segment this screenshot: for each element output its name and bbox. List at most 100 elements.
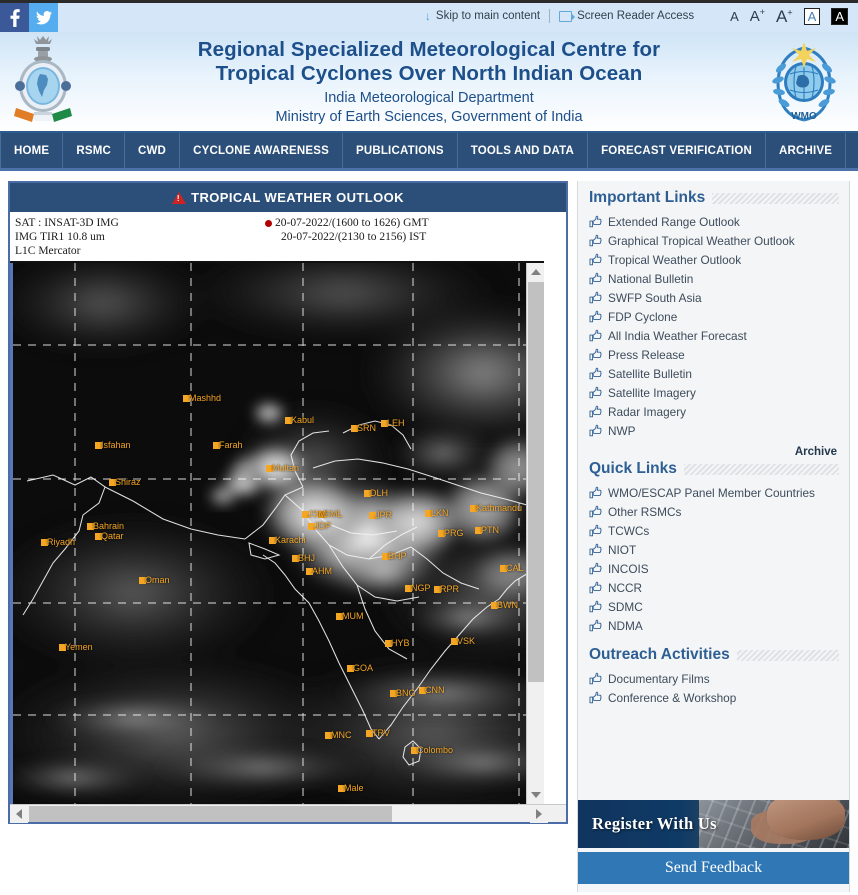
- nav-item-publications[interactable]: PUBLICATIONS: [343, 133, 458, 168]
- city-marker: Mashhd: [183, 393, 221, 403]
- heading-hatch-decoration: [683, 463, 839, 475]
- city-marker-label: MNC: [331, 730, 352, 740]
- contrast-light-button[interactable]: A: [803, 7, 821, 25]
- page-title-line1: Regional Specialized Meteorological Cent…: [197, 38, 661, 61]
- scroll-right-button[interactable]: [530, 805, 548, 823]
- important-link-press-release[interactable]: Press Release: [589, 345, 839, 364]
- link-label: Tropical Weather Outlook: [608, 252, 742, 267]
- main-navigation: HOME RSMC CWD CYCLONE AWARENESS PUBLICATIONS…: [0, 133, 858, 171]
- link-label: FDP Cyclone: [608, 309, 678, 324]
- satellite-panel-title: TROPICAL WEATHER OUTLOOK: [191, 190, 404, 205]
- quick-link-sdmc[interactable]: SDMC: [589, 597, 839, 616]
- quick-link-nccr[interactable]: NCCR: [589, 578, 839, 597]
- nav-item-home[interactable]: HOME: [0, 133, 64, 168]
- outreach-link-conference-workshop[interactable]: Conference & Workshop: [589, 688, 839, 707]
- archive-link[interactable]: Archive: [589, 440, 839, 460]
- heading-hatch-decoration: [712, 192, 839, 204]
- left-column: TROPICAL WEATHER OUTLOOK SAT : INSAT-3D …: [8, 181, 568, 892]
- outreach-list: Documentary Films Conference & Workshop: [589, 669, 839, 707]
- link-label: NCCR: [608, 580, 643, 595]
- register-with-us-banner[interactable]: Register With Us: [578, 800, 849, 848]
- scroll-up-button[interactable]: [527, 263, 544, 281]
- main-content: TROPICAL WEATHER OUTLOOK SAT : INSAT-3D …: [0, 171, 858, 892]
- link-label: SWFP South Asia: [608, 290, 702, 305]
- city-marker-label: PRG: [444, 528, 464, 538]
- city-marker: RPR: [434, 584, 459, 594]
- quick-link-niot[interactable]: NIOT: [589, 540, 839, 559]
- city-marker: Karachi: [269, 535, 306, 545]
- quick-link-other-rsmcs[interactable]: Other RSMCs: [589, 502, 839, 521]
- send-feedback-button[interactable]: Send Feedback: [578, 852, 849, 884]
- outreach-link-documentary-films[interactable]: Documentary Films: [589, 669, 839, 688]
- city-marker-label: Multan: [272, 463, 300, 473]
- nav-item-tools-and-data[interactable]: TOOLS AND DATA: [458, 133, 589, 168]
- city-marker-label: RPR: [440, 584, 460, 594]
- important-link-nwp[interactable]: NWP: [589, 421, 839, 440]
- top-utility-bar: ↓ Skip to main content Screen Reader Acc…: [0, 0, 858, 32]
- city-marker-label: Colombo: [417, 745, 454, 755]
- city-marker: JDP: [308, 521, 331, 531]
- city-marker: JPR: [369, 510, 392, 520]
- link-label: Satellite Bulletin: [608, 366, 692, 381]
- red-dot-icon: [265, 220, 272, 227]
- city-marker-layer: Mashhd Isfahan Farah Shiraz Bahrain Qatar Riya…: [13, 263, 544, 804]
- city-marker-label: TRV: [372, 728, 390, 738]
- quick-link-ndma[interactable]: NDMA: [589, 616, 839, 635]
- nav-item-archive[interactable]: ARCHIVE: [766, 133, 847, 168]
- city-marker: Colombo: [411, 745, 453, 755]
- plus-sign: +: [787, 6, 793, 17]
- quick-link-tcwcs[interactable]: TCWCs: [589, 521, 839, 540]
- city-marker: BWN: [491, 600, 518, 610]
- nav-item-rsmc[interactable]: RSMC: [63, 133, 125, 168]
- city-marker-label: JSM: [308, 509, 326, 519]
- horizontal-scrollbar[interactable]: [10, 804, 566, 823]
- font-size-small-button[interactable]: A: [730, 10, 739, 23]
- city-marker: Multan: [266, 463, 299, 473]
- city-marker-label: PTN: [481, 525, 499, 535]
- satellite-time-gmt-label: 20-07-2022/(1600 to 1626) GMT: [275, 217, 429, 229]
- important-link-all-india-weather-forecast[interactable]: All India Weather Forecast: [589, 326, 839, 345]
- satellite-projection-line: L1C Mercator: [15, 245, 81, 257]
- font-size-medium-button[interactable]: A+: [749, 8, 765, 25]
- twitter-icon[interactable]: [29, 3, 58, 32]
- scroll-down-button[interactable]: [527, 786, 544, 804]
- nav-item-cwd[interactable]: CWD: [125, 133, 181, 168]
- city-marker: BNG: [390, 688, 416, 698]
- facebook-icon[interactable]: [0, 3, 29, 32]
- city-marker: Qatar: [95, 531, 124, 541]
- city-marker: PRG: [438, 528, 464, 538]
- nav-item-cyclone-awareness[interactable]: CYCLONE AWARENESS: [180, 133, 343, 168]
- important-link-satellite-bulletin[interactable]: Satellite Bulletin: [589, 364, 839, 383]
- important-link-extended-range-outlook[interactable]: Extended Range Outlook: [589, 212, 839, 231]
- screen-reader-access-link[interactable]: Screen Reader Access: [550, 10, 694, 22]
- important-link-national-bulletin[interactable]: National Bulletin: [589, 269, 839, 288]
- important-link-fdp-cyclone[interactable]: FDP Cyclone: [589, 307, 839, 326]
- font-medium-label: A: [749, 8, 760, 25]
- vertical-scrollbar-thumb[interactable]: [528, 282, 544, 682]
- nav-item-forecast-verification[interactable]: FORECAST VERIFICATION: [588, 133, 767, 168]
- important-link-swfp-south-asia[interactable]: SWFP South Asia: [589, 288, 839, 307]
- satellite-metadata-right: 20-07-2022/(1600 to 1626) GMT 20-07-2022…: [265, 216, 544, 258]
- satellite-image-viewport[interactable]: Mashhd Isfahan Farah Shiraz Bahrain Qatar Riya…: [10, 263, 544, 804]
- contrast-dark-button[interactable]: A: [831, 7, 848, 25]
- nav-item-label: RSMC: [76, 144, 111, 157]
- important-link-graphical-tropical-weather-outlook[interactable]: Graphical Tropical Weather Outlook: [589, 231, 839, 250]
- font-small-label: A: [730, 8, 739, 24]
- important-links-title: Important Links: [589, 189, 706, 206]
- city-marker: SRN: [351, 423, 376, 433]
- important-link-radar-imagery[interactable]: Radar Imagery: [589, 402, 839, 421]
- vertical-scrollbar[interactable]: [526, 263, 544, 804]
- pointing-hand-icon: [589, 291, 602, 304]
- horizontal-scrollbar-thumb[interactable]: [29, 806, 392, 822]
- skip-to-main-content-link[interactable]: ↓ Skip to main content: [425, 10, 549, 22]
- quick-link-incois[interactable]: INCOIS: [589, 559, 839, 578]
- font-size-large-button[interactable]: A+: [776, 6, 793, 24]
- quick-link-wmo-escap-panel-member-countries[interactable]: WMO/ESCAP Panel Member Countries: [589, 483, 839, 502]
- city-marker: LEH: [381, 418, 405, 428]
- important-link-satellite-imagery[interactable]: Satellite Imagery: [589, 383, 839, 402]
- important-link-tropical-weather-outlook[interactable]: Tropical Weather Outlook: [589, 250, 839, 269]
- nav-item-climatology[interactable]: CLIMATOLOGY: [846, 133, 858, 168]
- pointing-hand-icon: [589, 272, 602, 285]
- scroll-left-button[interactable]: [10, 805, 28, 823]
